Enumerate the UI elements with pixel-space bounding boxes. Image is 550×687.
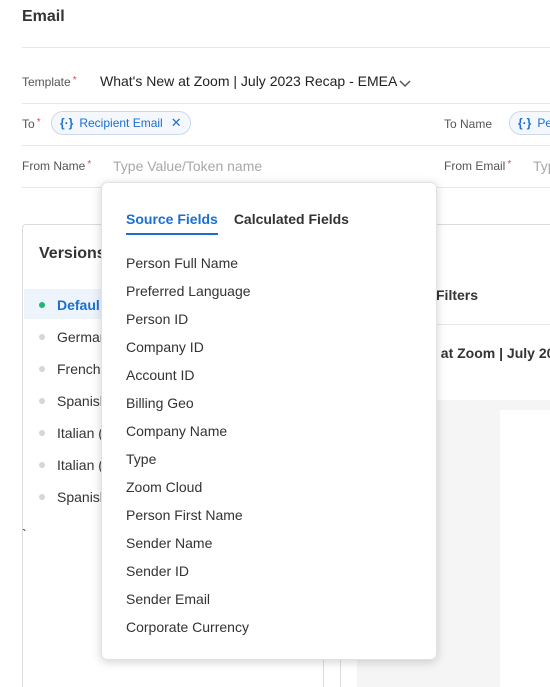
required-marker: * (72, 75, 77, 86)
token-field-item[interactable]: Sender ID (126, 563, 251, 591)
recipient-email-chip-label: Recipient Email (79, 116, 163, 130)
version-item[interactable]: Spanish (39, 393, 108, 409)
version-item[interactable]: Germar (39, 329, 104, 345)
from-name-input[interactable]: Type Value/Token name (113, 158, 262, 174)
token-field-item[interactable]: Person Full Name (126, 255, 251, 283)
status-dot (39, 398, 45, 404)
token-field-item[interactable]: Zoom Cloud (126, 479, 251, 507)
template-label-text: Template (22, 75, 71, 89)
version-label: Italian ( (57, 425, 103, 441)
email-preview-canvas (500, 410, 550, 687)
to-name-chip[interactable]: {·} Per (509, 111, 550, 135)
version-label: Italian ( (57, 457, 103, 473)
template-select[interactable]: What's New at Zoom | July 2023 Recap - E… (100, 73, 397, 89)
status-dot (39, 366, 45, 372)
token-field-item[interactable]: Company ID (126, 339, 251, 367)
required-marker: * (87, 159, 92, 170)
status-dot (39, 430, 45, 436)
version-label: French (57, 361, 101, 377)
required-marker: * (507, 159, 512, 170)
from-name-label-text: From Name (22, 159, 86, 173)
tab-source-fields[interactable]: Source Fields (126, 211, 218, 235)
version-item[interactable]: Italian ( (39, 457, 103, 473)
token-field-item[interactable]: Preferred Language (126, 283, 251, 311)
filters-label[interactable]: Filters (436, 287, 478, 303)
token-field-item[interactable]: Billing Geo (126, 395, 251, 423)
from-email-label: From Email * (444, 159, 511, 173)
status-dot (39, 462, 45, 468)
version-item[interactable]: Spanish (39, 489, 108, 505)
token-icon: {·} (518, 116, 532, 130)
status-dot (39, 334, 45, 340)
template-label: Template * (22, 75, 77, 89)
subject-preview: w at Zoom | July 20 (426, 345, 550, 361)
page-title: Email (22, 8, 65, 25)
chevron-down-icon[interactable] (398, 76, 412, 90)
recipient-email-chip[interactable]: {·} Recipient Email ✕ (51, 111, 191, 135)
template-divider (22, 103, 550, 104)
token-field-item[interactable]: Person First Name (126, 507, 251, 535)
to-name-label: To Name (444, 117, 493, 131)
token-dropdown: Source Fields Calculated Fields Person F… (101, 182, 437, 660)
versions-title: Versions (39, 245, 106, 262)
token-field-list: Person Full Name Preferred Language Pers… (126, 255, 251, 647)
tab-calculated-fields[interactable]: Calculated Fields (234, 211, 349, 235)
close-icon[interactable]: ✕ (171, 115, 182, 131)
to-label-text: To (22, 117, 35, 131)
token-field-item[interactable]: Account ID (126, 367, 251, 395)
from-email-label-text: From Email (444, 159, 506, 173)
stray-mark: ` (22, 526, 27, 542)
status-dot (39, 494, 45, 500)
from-name-label: From Name * (22, 159, 91, 173)
token-field-item[interactable]: Sender Email (126, 591, 251, 619)
token-field-item[interactable]: Corporate Currency (126, 619, 251, 647)
token-field-item[interactable]: Sender Name (126, 535, 251, 563)
token-dropdown-tabs: Source Fields Calculated Fields (126, 211, 349, 235)
version-item[interactable]: Italian ( (39, 425, 103, 441)
required-marker: * (36, 117, 41, 128)
status-dot (39, 302, 45, 308)
version-item-default[interactable]: Defaul (39, 297, 100, 313)
token-icon: {·} (60, 116, 74, 130)
version-label: Spanish (57, 489, 108, 505)
to-divider (22, 145, 550, 146)
header-divider (22, 47, 550, 48)
to-label: To * (22, 117, 41, 131)
version-label: Spanish (57, 393, 108, 409)
version-item[interactable]: French (39, 361, 101, 377)
to-name-chip-label: Per (537, 116, 550, 130)
token-field-item[interactable]: Type (126, 451, 251, 479)
version-label: Defaul (57, 297, 100, 313)
from-email-input[interactable]: Typ (533, 158, 550, 174)
token-field-item[interactable]: Company Name (126, 423, 251, 451)
version-label: Germar (57, 329, 105, 345)
token-field-item[interactable]: Person ID (126, 311, 251, 339)
